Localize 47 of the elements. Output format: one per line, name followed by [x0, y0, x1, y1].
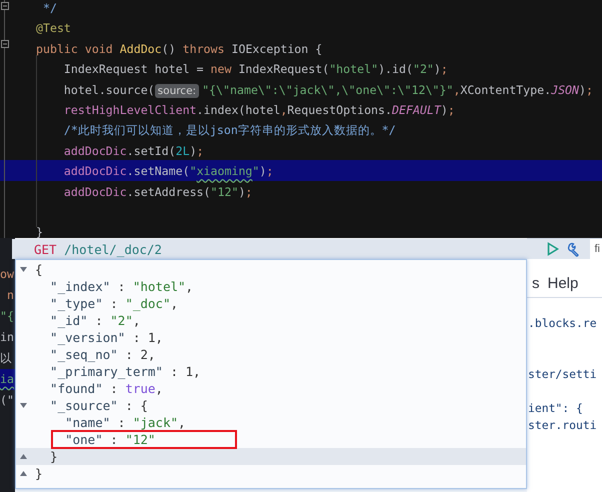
menu-item[interactable]: Help	[548, 274, 578, 292]
code-fragment: ster/setti	[528, 366, 598, 383]
code-line: restHighLevelClient.index(hotel,RequestOptions.DEFAULT);	[62, 102, 455, 119]
json-line: "_source" : {	[49, 397, 148, 414]
fold-icon[interactable]	[1, 2, 9, 10]
json-line: "_id" : "2",	[49, 312, 140, 329]
menu-item[interactable]: s	[532, 274, 540, 292]
code-line: public void AddDoc() throws IOException {	[35, 40, 322, 58]
code-fragment: 以	[0, 351, 12, 365]
json-line: "found" : true,	[49, 380, 163, 397]
code-fragment: n	[6, 288, 14, 302]
expand-arrow-icon[interactable]	[20, 471, 27, 476]
code-line: addDocDic.setName("xiaoming");	[62, 163, 274, 180]
code-line: hotel.source( source: "{\"name\":\"jack\",\"one\":\"12\"}",XContentType.JSON);	[62, 82, 593, 100]
code-line: @Test	[35, 20, 71, 38]
tab-label[interactable]: fi	[594, 239, 600, 259]
json-line: }	[49, 448, 58, 465]
code-fragment: ient": {	[528, 400, 584, 417]
fold-icon[interactable]	[1, 40, 9, 48]
code-fragment: in	[0, 330, 14, 344]
code-fragment: ow	[0, 267, 14, 281]
code-fragment: ster.routi	[528, 417, 598, 434]
code-line: addDocDic.setAddress("12");	[62, 184, 252, 201]
code-fragment: "{	[0, 309, 14, 323]
collapse-arrow-icon[interactable]	[20, 403, 27, 408]
json-line: "_primary_term" : 1,	[49, 363, 201, 380]
code-line: addDocDic.setId(2L);	[62, 142, 204, 160]
json-line: "_seq_no" : 2,	[49, 346, 156, 363]
code-fragment: .blocks.re	[528, 315, 598, 332]
json-line: "_index" : "hotel",	[49, 278, 194, 295]
expand-arrow-icon[interactable]	[20, 454, 27, 459]
json-line: "_type" : "_doc",	[49, 295, 178, 312]
code-line: */	[42, 0, 57, 17]
json-line: {	[34, 261, 43, 278]
code-line: IndexRequest hotel = new IndexRequest("hotel").id("2");	[62, 61, 448, 78]
collapse-arrow-icon[interactable]	[20, 267, 27, 272]
code-fragment: ("	[0, 393, 14, 407]
http-method: GET	[34, 242, 57, 256]
code-line: /*此时我们可以知道，是以json字符串的形式放入数据的。*/	[62, 122, 396, 140]
code-fragment: ia	[0, 372, 14, 386]
json-line: "_version" : 1,	[49, 329, 163, 346]
request-path: /hotel/_doc/2	[64, 242, 162, 256]
json-line: "one" : "12"	[64, 431, 156, 448]
json-line: }	[34, 465, 43, 482]
code-line: }	[35, 224, 43, 238]
json-line: "name" : "jack",	[64, 414, 186, 431]
play-icon[interactable]	[547, 242, 559, 256]
